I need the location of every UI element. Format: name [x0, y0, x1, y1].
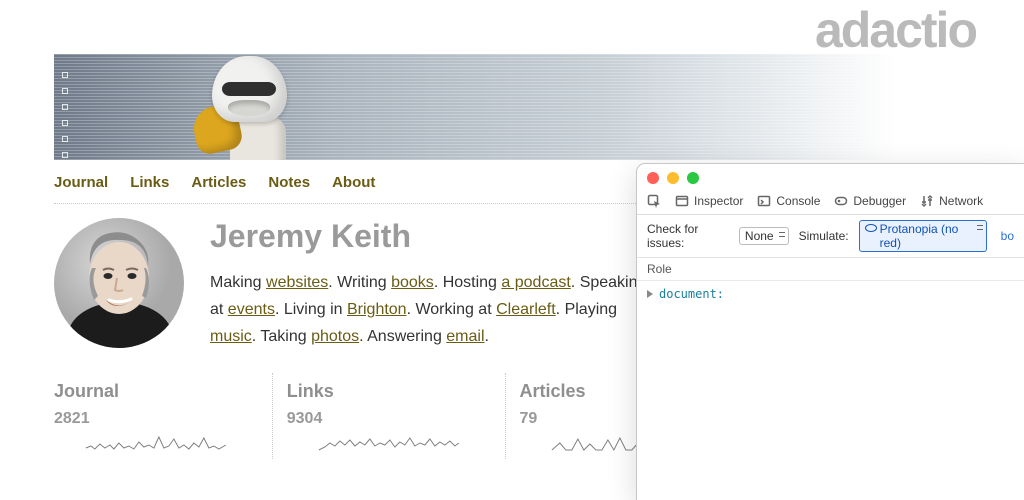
stat-count: 2821 [54, 410, 258, 428]
maximize-icon[interactable] [687, 172, 699, 184]
tab-inspector[interactable]: Inspector [675, 194, 743, 208]
pick-element-icon[interactable] [647, 194, 661, 208]
check-issues-select[interactable]: None [739, 227, 789, 245]
sparkline [54, 434, 258, 454]
tree-node-document[interactable]: document: [659, 287, 724, 301]
devtools-window: Inspector Console Debugger Network Check… [636, 163, 1024, 500]
avatar [54, 218, 184, 348]
site-brand: adactio [54, 0, 976, 60]
console-icon [757, 194, 771, 208]
sparkline [287, 434, 491, 454]
role-header: Role [637, 258, 1024, 281]
network-icon [920, 194, 934, 208]
tab-network[interactable]: Network [920, 194, 983, 208]
tab-debugger[interactable]: Debugger [834, 194, 906, 208]
tab-console[interactable]: Console [757, 194, 820, 208]
debugger-icon [834, 194, 848, 208]
bio-link[interactable]: a podcast [501, 274, 570, 291]
nav-journal[interactable]: Journal [54, 174, 108, 191]
nav-articles[interactable]: Articles [191, 174, 246, 191]
bio-link[interactable]: books [391, 274, 434, 291]
close-icon[interactable] [647, 172, 659, 184]
profile-bio: Making websites. Writing books. Hosting … [210, 269, 650, 351]
bio-link[interactable]: websites [266, 274, 328, 291]
bio-link[interactable]: Brighton [347, 301, 407, 318]
bio-link[interactable]: email [446, 328, 484, 345]
nav-links[interactable]: Links [130, 174, 169, 191]
bio-link[interactable]: music [210, 328, 252, 345]
bio-link[interactable]: events [228, 301, 275, 318]
check-issues-label: Check for issues: [647, 222, 729, 250]
nav-notes[interactable]: Notes [268, 174, 310, 191]
stat-journal[interactable]: Journal 2821 [54, 373, 272, 459]
header-banner [54, 54, 970, 160]
bio-link[interactable]: Clearleft [496, 301, 556, 318]
accessibility-tree[interactable]: document: [637, 281, 1024, 307]
stat-label: Journal [54, 381, 258, 402]
stat-count: 9304 [287, 410, 491, 428]
window-controls [637, 164, 1024, 190]
simulate-select[interactable]: Protanopia (no red) [859, 220, 987, 252]
disclosure-triangle-icon[interactable] [647, 290, 653, 298]
stat-label: Links [287, 381, 491, 402]
minimize-icon[interactable] [667, 172, 679, 184]
overflow-text: bo [1001, 229, 1014, 243]
nav-about[interactable]: About [332, 174, 375, 191]
simulate-label: Simulate: [799, 229, 849, 243]
inspector-icon [675, 194, 689, 208]
bio-link[interactable]: photos [311, 328, 359, 345]
profile-name: Jeremy Keith [210, 218, 650, 255]
stat-links[interactable]: Links 9304 [272, 373, 505, 459]
